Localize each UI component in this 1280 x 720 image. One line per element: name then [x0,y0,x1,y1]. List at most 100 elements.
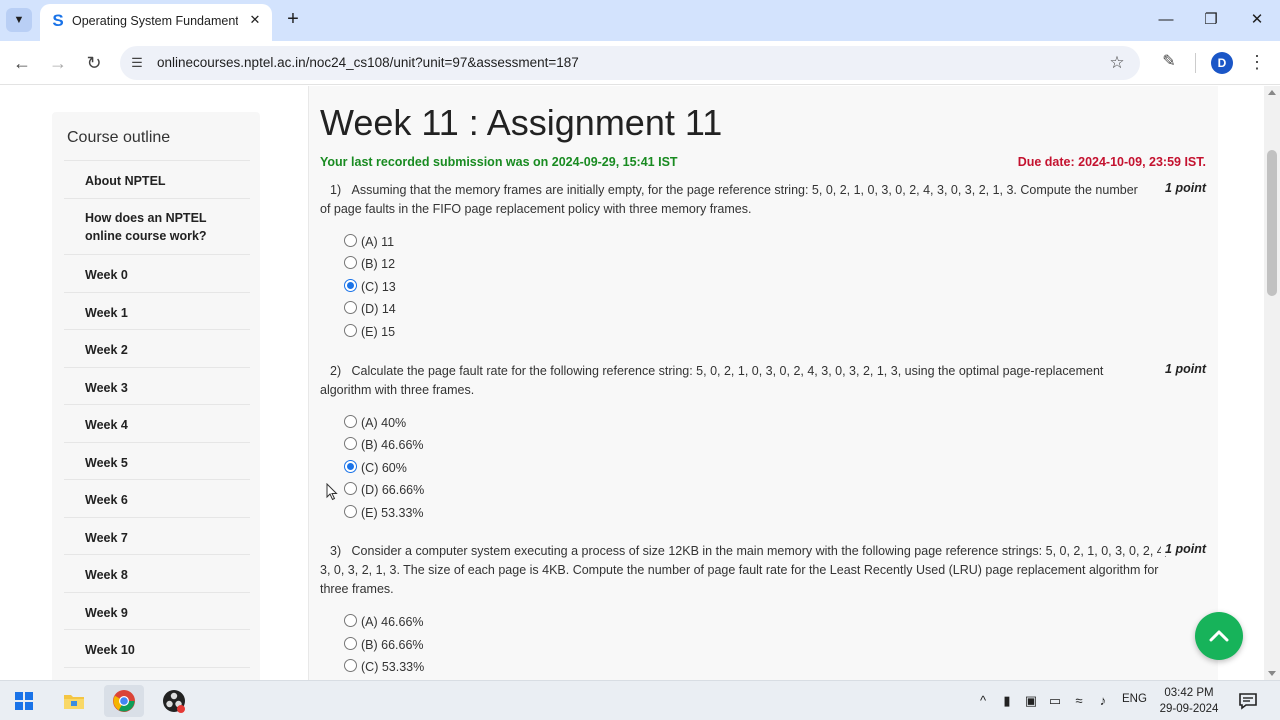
question-2-option-c[interactable]: (C) 60% [344,458,407,478]
chrome-taskbar-icon[interactable] [104,685,144,717]
url-text[interactable]: onlinecourses.nptel.ac.in/noc24_cs108/un… [157,55,579,70]
sidebar-item-week-7[interactable]: Week 7 [64,517,250,554]
option-label: (B) 66.66% [361,638,424,652]
radio-button[interactable] [344,614,357,627]
radio-button[interactable] [344,437,357,450]
sidebar-item-label: Week 0 [85,268,128,282]
sidebar-item-label: Week 7 [85,531,128,545]
windows-start-icon[interactable] [4,685,44,717]
extensions-puzzle-icon[interactable]: ✎ [1158,51,1180,73]
scrollbar-thumb[interactable] [1267,150,1277,296]
sidebar-item-how-it-works[interactable]: How does an NPTEL online course work? [64,198,250,254]
radio-button[interactable] [344,324,357,337]
question-3-option-c[interactable]: (C) 53.33% [344,657,424,677]
page-scrollbar[interactable] [1264,86,1280,680]
sidebar-item-week-4[interactable]: Week 4 [64,404,250,442]
option-label: (B) 12 [361,257,396,271]
due-date-text: Due date: 2024-10-09, 23:59 IST. [1017,155,1206,169]
page-title: Week 11 : Assignment 11 [320,102,723,143]
question-2-option-d[interactable]: (D) 66.66% [344,480,424,500]
question-1-option-e[interactable]: (E) 15 [344,322,395,342]
scroll-to-top-button[interactable] [1195,612,1243,660]
mouse-pointer-icon [326,483,338,501]
clock-date: 29-09-2024 [1159,703,1219,715]
option-label: (C) 13 [361,280,396,294]
question-1-option-c[interactable]: (C) 13 [344,277,396,297]
new-tab-plus-icon[interactable]: + [282,9,304,31]
site-settings-icon[interactable]: ☰ [128,54,146,72]
question-1-option-d[interactable]: (D) 14 [344,299,396,319]
sidebar-item-divider [64,667,250,680]
radio-button-checked[interactable] [344,460,357,473]
restore-icon[interactable]: ❐ [1197,8,1225,32]
microphone-icon[interactable]: ▮ [998,692,1016,710]
sidebar-item-week-2[interactable]: Week 2 [64,329,250,367]
sidebar-item-week-3[interactable]: Week 3 [64,367,250,404]
question-2-option-b[interactable]: (B) 46.66% [344,435,424,455]
radio-button[interactable] [344,415,357,428]
windows-taskbar: ^ ▮ ▣ ▭ ≈ ♪ ENG 03:42 PM 29-09-2024 [0,680,1280,720]
system-clock[interactable]: 03:42 PM 29-09-2024 [1152,685,1226,717]
question-1-option-a[interactable]: (A) 11 [344,232,394,252]
language-indicator[interactable]: ENG [1122,693,1147,705]
file-explorer-icon[interactable] [54,685,94,717]
sidebar-item-label: How does an NPTEL online course work? [85,211,207,243]
browser-menu-dots-icon[interactable]: ⋮ [1248,51,1266,75]
sidebar-item-label: Week 8 [85,568,128,582]
bookmark-star-icon[interactable]: ☆ [1106,52,1128,74]
last-submission-text: Your last recorded submission was on 202… [320,155,678,169]
display-icon[interactable]: ▣ [1022,692,1040,710]
battery-icon[interactable]: ▭ [1046,692,1064,710]
question-3-option-a[interactable]: (A) 46.66% [344,612,424,632]
radio-button[interactable] [344,637,357,650]
sidebar-item-week-9[interactable]: Week 9 [64,592,250,629]
tab-search-dropdown-icon[interactable]: ▼ [6,8,32,32]
option-label: (D) 66.66% [361,483,425,497]
question-2-option-e[interactable]: (E) 53.33% [344,503,424,523]
volume-icon[interactable]: ♪ [1094,692,1112,710]
reload-icon[interactable]: ↻ [82,51,106,75]
radio-button[interactable] [344,256,357,269]
radio-button-checked[interactable] [344,279,357,292]
tab-close-icon[interactable]: ✕ [246,11,264,29]
radio-button[interactable] [344,301,357,314]
forward-arrow-icon[interactable]: → [46,51,70,75]
question-3-text: 3) Consider a computer system executing … [320,544,1168,596]
profile-avatar[interactable]: D [1211,52,1233,74]
notification-center-icon[interactable] [1238,691,1258,711]
sidebar-item-week-10[interactable]: Week 10 [64,629,250,667]
radio-button[interactable] [344,659,357,672]
question-3-option-b[interactable]: (B) 66.66% [344,635,424,655]
chevron-up-icon [1209,630,1229,642]
sidebar-item-label: Week 4 [85,418,128,432]
browser-toolbar: ← → ↻ ☰ onlinecourses.nptel.ac.in/noc24_… [0,41,1280,85]
sidebar-item-week-0[interactable]: Week 0 [64,254,250,292]
sidebar-item-label: Week 5 [85,456,128,470]
obs-studio-icon[interactable] [154,685,194,717]
scroll-down-arrow-icon[interactable] [1268,671,1276,676]
sidebar-item-week-1[interactable]: Week 1 [64,292,250,329]
option-label: (E) 53.33% [361,506,424,520]
radio-button[interactable] [344,505,357,518]
browser-tab-bar: ▼ S Operating System Fundamenta ✕ + — ❐ … [0,0,1280,41]
question-3-points: 1 point [1161,542,1206,556]
window-close-icon[interactable]: ✕ [1243,8,1271,32]
toolbar-separator [1195,53,1196,73]
question-1-option-b[interactable]: (B) 12 [344,254,395,274]
wifi-icon[interactable]: ≈ [1070,692,1088,710]
minimize-icon[interactable]: — [1152,8,1180,32]
radio-button[interactable] [344,234,357,247]
back-arrow-icon[interactable]: ← [10,51,34,75]
radio-button[interactable] [344,482,357,495]
sidebar-item-week-8[interactable]: Week 8 [64,554,250,592]
option-label: (C) 60% [361,461,407,475]
question-2-option-a[interactable]: (A) 40% [344,413,406,433]
sidebar-item-week-5[interactable]: Week 5 [64,442,250,479]
address-bar[interactable]: ☰ onlinecourses.nptel.ac.in/noc24_cs108/… [120,46,1140,80]
browser-tab-active[interactable]: S Operating System Fundamenta ✕ [40,4,272,41]
sidebar-item-week-6[interactable]: Week 6 [64,479,250,517]
scroll-up-arrow-icon[interactable] [1268,90,1276,95]
show-hidden-icons-chevron-icon[interactable]: ^ [974,692,992,710]
sidebar-item-label: Week 2 [85,343,128,357]
sidebar-item-about-nptel[interactable]: About NPTEL [64,160,250,198]
